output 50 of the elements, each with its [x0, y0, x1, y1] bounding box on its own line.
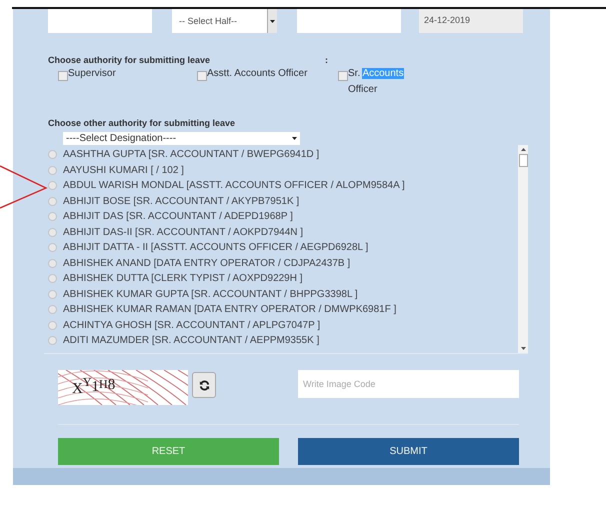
radio-button[interactable]: [48, 181, 57, 190]
radio-button[interactable]: [48, 196, 57, 206]
radio-button[interactable]: [48, 212, 57, 222]
checkbox[interactable]: [338, 71, 348, 81]
radio-button[interactable]: [48, 290, 57, 299]
checkbox-label[interactable]: Supervisor: [68, 66, 116, 82]
person-label[interactable]: ABHIJIT BOSE [SR. ACCOUNTANT / AKYPB7951K ]: [63, 196, 300, 207]
submit-button[interactable]: SUBMIT: [298, 438, 519, 465]
radio-button[interactable]: [48, 243, 57, 252]
text-field[interactable]: [48, 9, 152, 33]
person-label[interactable]: ACHINTYA GHOSH [SR. ACCOUNTANT / APLPG7047P ]: [63, 320, 320, 331]
refresh-icon: [198, 380, 210, 390]
radio-button[interactable]: [48, 258, 57, 268]
radio-button[interactable]: [48, 305, 57, 314]
half-select[interactable]: -- Select Half--: [172, 9, 277, 33]
caret-icon: [270, 20, 275, 22]
checkbox[interactable]: [197, 71, 207, 81]
person-label[interactable]: AASHTHA GUPTA [SR. ACCOUNTANT / BWEPG6941D ]: [63, 149, 320, 160]
radio-button[interactable]: [48, 166, 57, 175]
scrollbar[interactable]: [518, 145, 528, 353]
person-label[interactable]: ABHISHEK KUMAR RAMAN [DATA ENTRY OPERATOR / DMWPK6981F ]: [63, 304, 396, 316]
section-heading: Choose other authority for submitting leave: [48, 118, 236, 130]
radio-button[interactable]: [48, 228, 57, 237]
radio-button[interactable]: [48, 150, 57, 160]
scroll-down-icon[interactable]: [520, 347, 526, 350]
person-label[interactable]: ABHIJIT DATTA - II [ASSTT. ACCOUNTS OFFICER / AEGPD6928L ]: [63, 242, 368, 254]
person-label[interactable]: ABHIJIT DAS [SR. ACCOUNTANT / ADEPD1968P ]: [63, 211, 293, 222]
radio-button[interactable]: [48, 320, 57, 330]
person-label[interactable]: ABHISHEK DUTTA [CLERK TYPIST / AOXPD9229H ]: [63, 273, 303, 284]
person-label[interactable]: AAYUSHI KUMARI [ / 102 ]: [63, 164, 184, 176]
person-label[interactable]: ABDUL WARISH MONDAL [ASSTT. ACCOUNTS OFFICER / ALOPM9584A ]: [63, 180, 405, 192]
radio-button[interactable]: [48, 274, 57, 284]
person-label[interactable]: ADITI MAZUMDER [SR. ACCOUNTANT / AEPPM9355K ]: [63, 335, 320, 346]
checkbox[interactable]: [58, 71, 68, 81]
scroll-up-icon[interactable]: [520, 148, 526, 151]
colon-text: :: [325, 54, 328, 64]
text-field[interactable]: [297, 9, 401, 33]
caret-icon: [292, 137, 297, 140]
captcha-input[interactable]: Write Image Code: [298, 370, 519, 398]
section-heading: Choose authority for submitting leave: [48, 54, 210, 64]
date-field[interactable]: 24-12-2019: [419, 9, 523, 33]
checkbox-label[interactable]: Sr. Accounts Officer: [348, 66, 413, 98]
refresh-button[interactable]: [192, 372, 216, 398]
person-label[interactable]: ABHISHEK ANAND [DATA ENTRY OPERATOR / CDJPA2437B ]: [63, 258, 350, 269]
person-label[interactable]: ABHIJIT DAS-II [SR. ACCOUNTANT / AOKPD7944N ]: [63, 226, 304, 238]
person-label[interactable]: ABHISHEK KUMAR GUPTA [SR. ACCOUNTANT / BHPPG3398L ]: [63, 288, 358, 300]
designation-select[interactable]: ----Select Designation----: [63, 132, 300, 145]
radio-button[interactable]: [48, 336, 57, 346]
scroll-thumb[interactable]: [518, 154, 528, 167]
checkbox-label[interactable]: Asstt. Accounts Officer: [207, 66, 308, 82]
